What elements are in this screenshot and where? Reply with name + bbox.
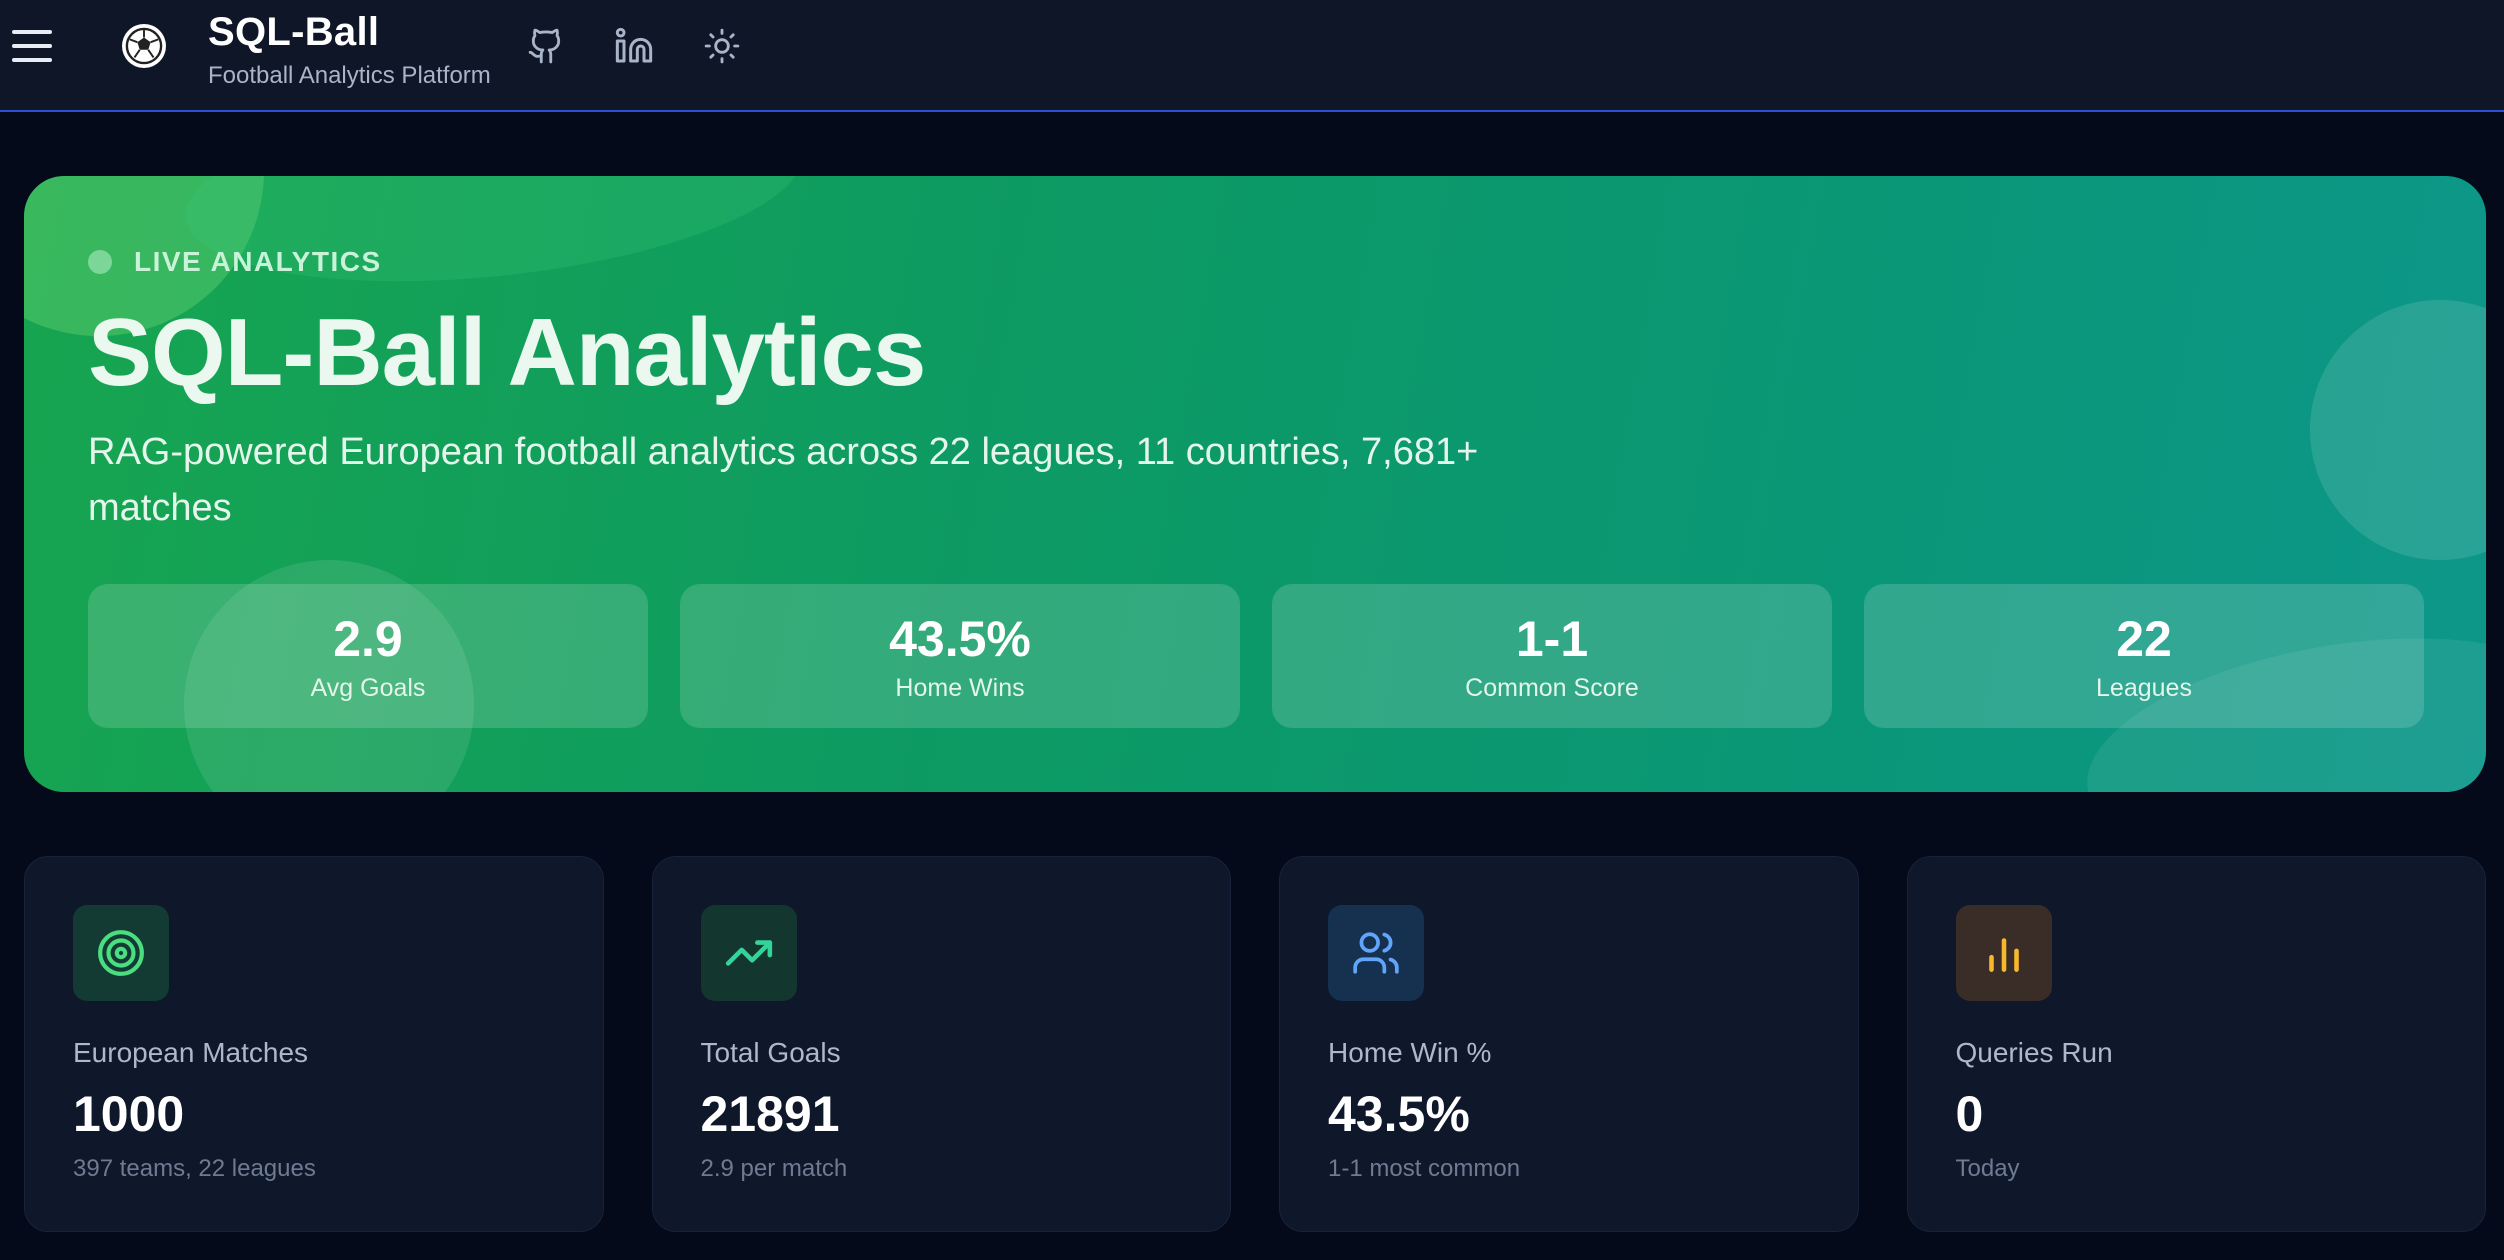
- card-label: Total Goals: [700, 1037, 841, 1068]
- menu-icon-line: [12, 58, 52, 62]
- hero-stat-value: 22: [2116, 610, 2172, 667]
- hero-stat-value: 1-1: [1515, 610, 1589, 667]
- card-value: 0: [1955, 1086, 1984, 1142]
- card-total-goals[interactable]: Total Goals 21891 2.9 per match: [651, 856, 1231, 1232]
- football-logo-icon[interactable]: [122, 24, 166, 68]
- card-value: 21891: [700, 1086, 840, 1142]
- decorative-blob: [176, 176, 812, 308]
- card-value: 1000: [73, 1086, 185, 1142]
- hero-stat-label: Avg Goals: [310, 673, 426, 702]
- app-title: SQL-Ball: [208, 10, 380, 54]
- target-icon: [73, 905, 169, 1001]
- hero-stat-home-wins: 43.5% Home Wins: [680, 584, 1240, 728]
- card-label: Home Win %: [1328, 1037, 1492, 1068]
- decorative-blob: [2310, 300, 2486, 560]
- card-note: 397 teams, 22 leagues: [73, 1155, 316, 1182]
- hero-stat-label: Home Wins: [895, 673, 1025, 702]
- menu-icon-line: [12, 44, 52, 48]
- metric-cards: European Matches 1000 397 teams, 22 leag…: [24, 856, 2486, 1232]
- card-label: Queries Run: [1955, 1037, 2113, 1068]
- card-note: 2.9 per match: [700, 1155, 848, 1182]
- card-note: 1-1 most common: [1328, 1155, 1521, 1182]
- menu-icon-line: [12, 30, 52, 34]
- hero-stat-common-score: 1-1 Common Score: [1272, 584, 1832, 728]
- card-value: 43.5%: [1328, 1086, 1470, 1142]
- users-icon: [1328, 905, 1424, 1001]
- menu-button[interactable]: [10, 26, 54, 66]
- live-dot-icon: [88, 250, 112, 274]
- hero-stat-value: 2.9: [333, 610, 403, 667]
- live-badge-label: LIVE ANALYTICS: [134, 246, 382, 277]
- hero-stat-label: Leagues: [2096, 673, 2192, 702]
- hero-description: RAG-powered European football analytics …: [88, 431, 1479, 529]
- top-bar: SQL-Ball Football Analytics Platform: [0, 0, 2504, 112]
- hero-title: SQL-Ball Analytics: [88, 299, 926, 406]
- card-european-matches[interactable]: European Matches 1000 397 teams, 22 leag…: [24, 856, 604, 1232]
- app-subtitle: Football Analytics Platform: [208, 62, 491, 89]
- card-queries-run[interactable]: Queries Run 0 Today: [1906, 856, 2486, 1232]
- github-icon[interactable]: [524, 24, 568, 68]
- hero-stat-avg-goals: 2.9 Avg Goals: [88, 584, 648, 728]
- hero-stat-label: Common Score: [1465, 673, 1639, 702]
- card-note: Today: [1955, 1155, 2020, 1182]
- hero-stat-leagues: 22 Leagues: [1864, 584, 2424, 728]
- card-label: European Matches: [73, 1037, 309, 1068]
- bar-chart-icon: [1955, 905, 2052, 1001]
- hero-stats: 2.9 Avg Goals 43.5% Home Wins 1-1 Common…: [88, 584, 2424, 728]
- trending-up-icon: [700, 905, 797, 1001]
- card-home-win-pct[interactable]: Home Win % 43.5% 1-1 most common: [1279, 856, 1859, 1232]
- hero-banner: LIVE ANALYTICS SQL-Ball Analytics RAG-po…: [24, 176, 2486, 792]
- live-badge: LIVE ANALYTICS: [88, 246, 382, 278]
- sun-icon[interactable]: [700, 24, 744, 68]
- linkedin-icon[interactable]: [612, 24, 656, 68]
- hero-stat-value: 43.5%: [889, 610, 1031, 667]
